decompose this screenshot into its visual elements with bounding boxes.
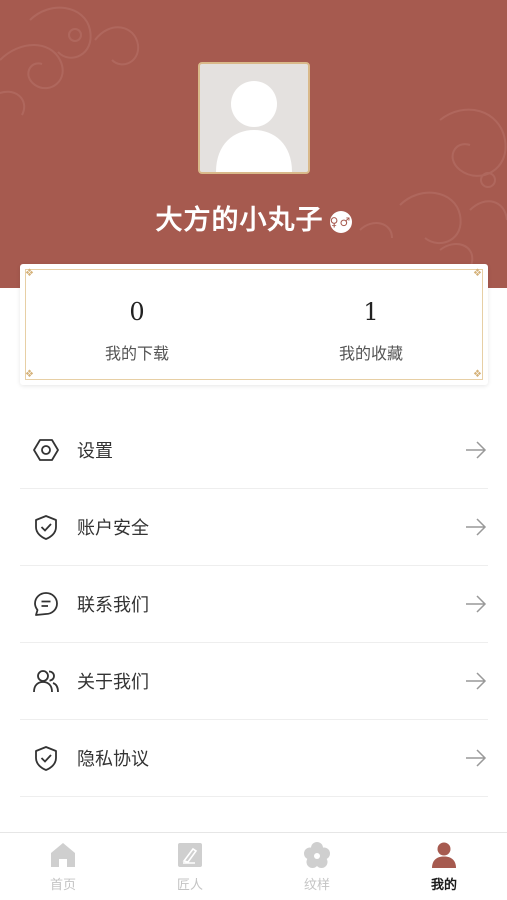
arrow-right-icon bbox=[466, 441, 487, 459]
hexagon-settings-icon bbox=[33, 439, 59, 461]
profile-header: 大方的小丸子 ♀♂ bbox=[0, 0, 507, 288]
username-row: 大方的小丸子 ♀♂ bbox=[0, 198, 507, 237]
home-icon bbox=[51, 843, 75, 867]
arrow-right-icon bbox=[466, 595, 487, 613]
menu-item-about-us[interactable]: 关于我们 bbox=[20, 643, 488, 720]
tab-label: 我的 bbox=[430, 878, 457, 893]
menu-item-label: 设置 bbox=[77, 441, 113, 462]
default-avatar-icon bbox=[216, 81, 292, 172]
arrow-right-icon bbox=[466, 672, 487, 690]
corner-ornament-icon: ❖ bbox=[473, 268, 482, 279]
tab-label: 纹样 bbox=[303, 878, 330, 893]
username: 大方的小丸子 bbox=[155, 205, 324, 236]
menu-item-privacy-policy[interactable]: 隐私协议 bbox=[20, 720, 488, 797]
tab-craftsman[interactable]: 匠人 bbox=[127, 841, 253, 893]
menu-item-label: 联系我们 bbox=[77, 595, 149, 616]
arrow-right-icon bbox=[466, 518, 487, 536]
tab-home[interactable]: 首页 bbox=[0, 841, 126, 893]
menu-item-contact-us[interactable]: 联系我们 bbox=[20, 566, 488, 643]
tab-patterns[interactable]: 纹样 bbox=[254, 841, 380, 893]
stat-favorites[interactable]: 1 我的收藏 bbox=[254, 298, 488, 364]
stat-downloads[interactable]: 0 我的下载 bbox=[20, 298, 254, 364]
shield-check-icon bbox=[35, 746, 57, 771]
person-icon bbox=[432, 842, 456, 868]
menu-item-label: 隐私协议 bbox=[77, 749, 149, 770]
tab-label: 首页 bbox=[49, 878, 76, 893]
arrow-right-icon bbox=[466, 749, 487, 767]
stats-card: ❖ ❖ ❖ ❖ 0 我的下载 1 我的收藏 bbox=[20, 264, 488, 385]
menu-item-label: 账户安全 bbox=[77, 518, 149, 539]
chat-bubble-icon bbox=[34, 592, 58, 616]
stat-label: 我的收藏 bbox=[338, 344, 403, 363]
craftsman-icon bbox=[178, 843, 202, 867]
menu-item-label: 关于我们 bbox=[77, 672, 149, 693]
settings-menu: 设置 账户安全 联系我们 关于我们 隐私协议 bbox=[20, 412, 488, 797]
menu-item-settings[interactable]: 设置 bbox=[20, 412, 488, 489]
corner-ornament-icon: ❖ bbox=[25, 268, 34, 279]
flower-icon bbox=[304, 842, 330, 868]
avatar[interactable] bbox=[198, 62, 310, 174]
users-icon bbox=[33, 670, 59, 693]
corner-ornament-icon: ❖ bbox=[25, 369, 34, 380]
stat-value: 0 bbox=[129, 298, 145, 326]
stat-value: 1 bbox=[363, 298, 379, 326]
menu-item-account-security[interactable]: 账户安全 bbox=[20, 489, 488, 566]
gender-badge-icon: ♀♂ bbox=[329, 210, 352, 233]
shield-check-icon bbox=[35, 515, 57, 540]
stat-label: 我的下载 bbox=[104, 344, 169, 363]
bottom-tab-bar: 首页 匠人 纹样 我的 bbox=[0, 832, 507, 900]
corner-ornament-icon: ❖ bbox=[473, 369, 482, 380]
tab-mine[interactable]: 我的 bbox=[381, 841, 507, 893]
tab-label: 匠人 bbox=[176, 878, 203, 893]
